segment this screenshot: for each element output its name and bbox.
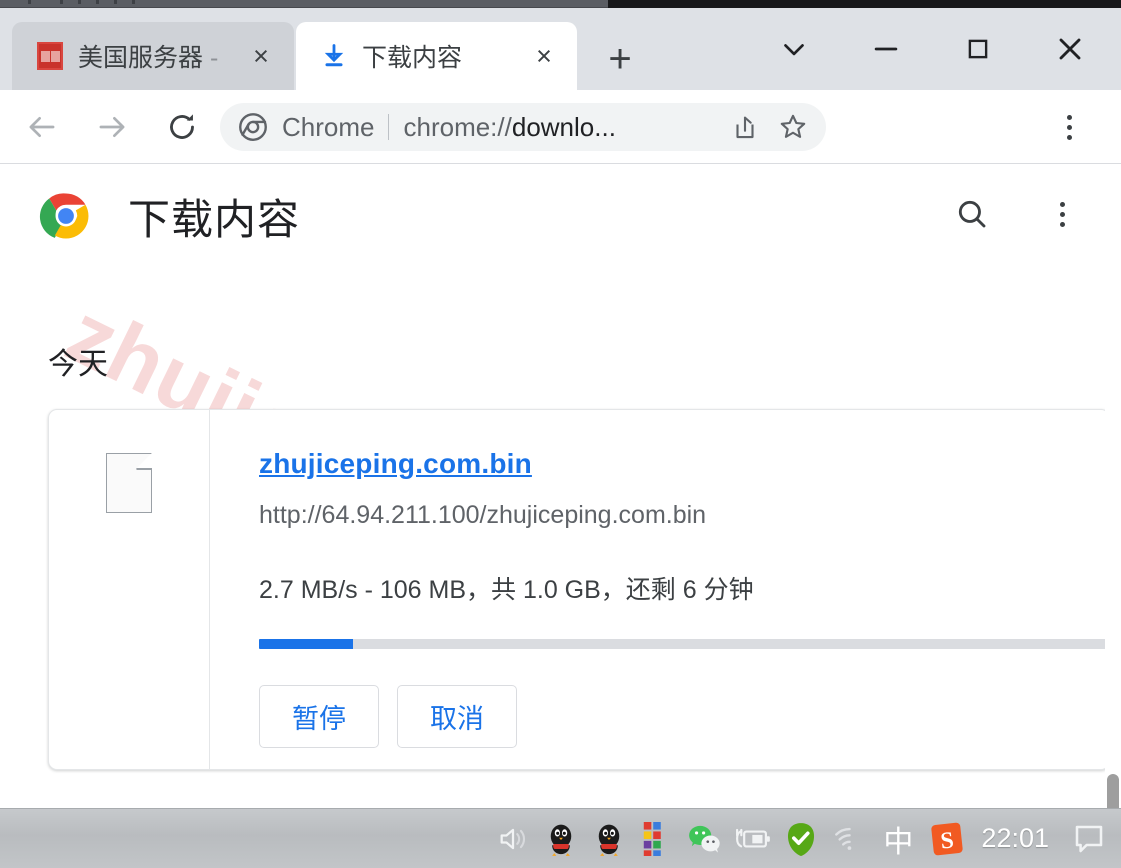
notification-icon[interactable] [1065, 815, 1113, 863]
speaker-icon[interactable] [489, 815, 537, 863]
windows-taskbar: 中 S 22:01 [0, 808, 1121, 868]
tab-title: 下载内容 [362, 44, 463, 72]
three-dot-menu-icon [1066, 114, 1072, 140]
tab-downloads[interactable]: 下载内容 × [296, 22, 577, 90]
ime-indicator[interactable]: 中 [873, 817, 923, 861]
wifi-icon[interactable] [825, 815, 873, 863]
cancel-button[interactable]: 取消 [397, 685, 517, 748]
sogou-input-icon[interactable]: S [923, 815, 971, 863]
tab-close-button[interactable]: × [525, 37, 563, 75]
tab-american-server[interactable]: 美国服务器 - × [12, 22, 294, 90]
background-window-right [608, 0, 1121, 8]
download-actions: 暂停 取消 [259, 685, 1116, 748]
download-details: zhujiceping.com.bin http://64.94.211.100… [210, 410, 1116, 769]
three-dot-menu-icon [1059, 201, 1065, 227]
download-item-card[interactable]: zhujiceping.com.bin http://64.94.211.100… [48, 409, 1116, 770]
downloads-menu-button[interactable] [1038, 190, 1086, 238]
download-icon [320, 42, 348, 70]
download-file-icon-cell [49, 410, 210, 769]
omnibox-separator [388, 114, 390, 140]
reload-button[interactable] [154, 99, 210, 155]
svg-text:S: S [940, 827, 956, 854]
omnibox-actions [724, 107, 814, 147]
new-tab-button[interactable]: + [594, 36, 646, 82]
share-icon[interactable] [724, 107, 766, 147]
tab-title: 美国服务器 - [78, 44, 219, 72]
chrome-logo [39, 189, 93, 243]
download-source-url: http://64.94.211.100/zhujiceping.com.bin [259, 501, 707, 529]
search-icon[interactable] [948, 190, 996, 238]
chrome-icon [238, 112, 268, 142]
close-button[interactable] [1024, 18, 1116, 80]
star-icon[interactable] [772, 107, 814, 147]
browser-window: 美国服务器 - × 下载内容 × + Chrome chrome://downl… [0, 8, 1121, 842]
system-tray: 中 S 22:01 [489, 815, 1121, 863]
file-icon [106, 453, 152, 513]
omnibox-scheme-label: Chrome [282, 111, 375, 142]
qq-penguin-icon[interactable] [537, 815, 585, 863]
red-seal-icon [36, 42, 64, 70]
section-date-heading: 今天 [48, 348, 108, 381]
qq-penguin-icon[interactable] [585, 815, 633, 863]
background-window-left [0, 0, 608, 8]
downloads-header-actions [948, 190, 1086, 238]
back-button[interactable] [14, 99, 70, 155]
taskbar-clock[interactable]: 22:01 [971, 823, 1065, 854]
color-grid-icon[interactable] [633, 815, 681, 863]
forward-button[interactable] [84, 99, 140, 155]
wechat-icon[interactable] [681, 815, 729, 863]
page-title: 下载内容 [128, 195, 301, 243]
downloads-header: 下载内容 [0, 164, 1116, 268]
download-filename-link[interactable]: zhujiceping.com.bin [259, 448, 532, 480]
download-status-text: 2.7 MB/s - 106 MB，共 1.0 GB，还剩 6 分钟 [259, 576, 754, 604]
downloads-page: zhujiceping.com 下载内容 [0, 164, 1116, 816]
background-window-sliver [0, 0, 1121, 8]
tabstrip: 美国服务器 - × 下载内容 × + [0, 8, 1121, 90]
page-scrollbar[interactable] [1105, 164, 1121, 842]
window-controls [748, 18, 1116, 80]
screen: 美国服务器 - × 下载内容 × + Chrome chrome://downl… [0, 0, 1121, 868]
pause-button[interactable]: 暂停 [259, 685, 379, 748]
omnibox-url: chrome://downlo... [403, 111, 616, 142]
download-progress-bar [259, 639, 1116, 649]
download-progress-fill [259, 639, 354, 649]
tab-close-button[interactable]: × [242, 37, 280, 75]
maximize-button[interactable] [932, 18, 1024, 80]
minimize-button[interactable] [840, 18, 932, 80]
tab-search-button[interactable] [748, 18, 840, 80]
battery-charging-icon[interactable] [729, 815, 777, 863]
browser-menu-button[interactable] [1045, 103, 1093, 151]
green-check-icon[interactable] [777, 815, 825, 863]
browser-toolbar: Chrome chrome://downlo... [0, 90, 1121, 164]
address-bar[interactable]: Chrome chrome://downlo... [220, 103, 826, 151]
